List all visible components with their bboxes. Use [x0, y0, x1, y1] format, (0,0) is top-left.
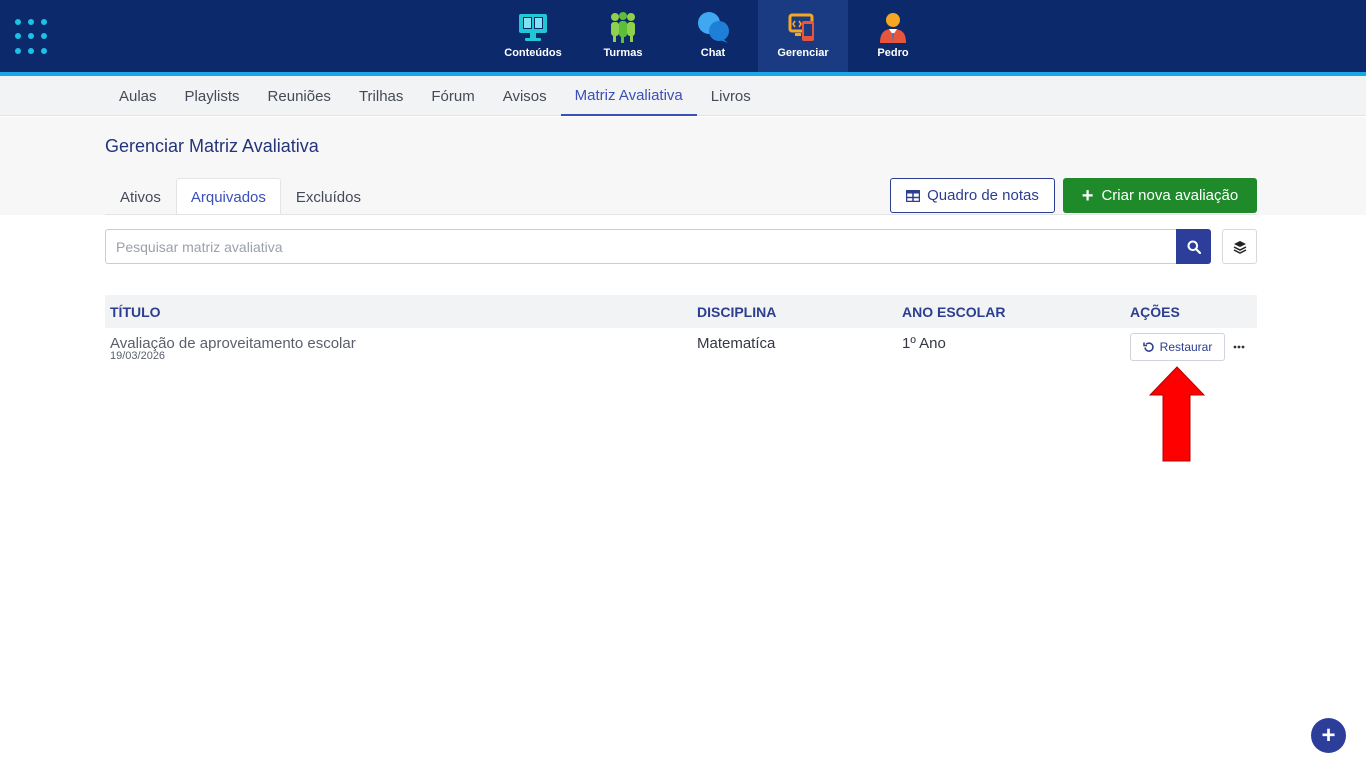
- plus-icon: +: [1321, 721, 1336, 749]
- user-avatar-icon: [880, 13, 906, 43]
- status-tabs: Ativos Arquivados Excluídos: [105, 178, 376, 215]
- chat-bubbles-icon: [698, 12, 729, 43]
- search-input[interactable]: [105, 229, 1177, 264]
- restore-button[interactable]: Restaurar: [1130, 333, 1225, 361]
- undo-icon: [1142, 342, 1154, 352]
- nav-item-gerenciar[interactable]: Gerenciar: [758, 0, 848, 72]
- tab-excluidos[interactable]: Excluídos: [281, 178, 376, 215]
- column-header-acoes: AÇÕES: [1130, 303, 1180, 320]
- subnav-item-avisos[interactable]: Avisos: [489, 76, 561, 116]
- nav-label-conteudos: Conteúdos: [504, 47, 562, 59]
- table-header: TÍTULO DISCIPLINA ANO ESCOLAR AÇÕES: [105, 295, 1257, 328]
- grade-board-button[interactable]: Quadro de notas: [890, 178, 1055, 213]
- tab-ativos[interactable]: Ativos: [105, 178, 176, 215]
- layers-button[interactable]: [1222, 229, 1257, 264]
- secondary-nav: Aulas Playlists Reuniões Trilhas Fórum A…: [0, 76, 1366, 116]
- floating-add-button[interactable]: +: [1311, 718, 1346, 753]
- subnav-item-matriz-avaliativa[interactable]: Matriz Avaliativa: [560, 76, 697, 116]
- tabs-divider: [105, 214, 1257, 215]
- red-arrow-annotation: [1149, 366, 1205, 462]
- subnav-item-forum[interactable]: Fórum: [417, 76, 488, 116]
- column-header-disciplina: DISCIPLINA: [697, 303, 777, 320]
- restore-label: Restaurar: [1159, 340, 1213, 354]
- page-title: Gerenciar Matriz Avaliativa: [105, 136, 319, 156]
- nav-label-chat: Chat: [700, 47, 726, 59]
- layers-icon: [1233, 240, 1246, 254]
- monitor-book-icon: [519, 14, 547, 41]
- row-subject: Matematíca: [697, 335, 776, 352]
- nav-item-pedro[interactable]: Pedro: [848, 0, 938, 72]
- apps-menu-icon[interactable]: [15, 19, 51, 55]
- subnav-item-reunioes[interactable]: Reuniões: [254, 76, 345, 116]
- nav-item-chat[interactable]: Chat: [668, 0, 758, 72]
- row-date: 19/03/2026: [110, 350, 166, 362]
- manage-devices-icon: [788, 13, 814, 41]
- nav-item-conteudos[interactable]: Conteúdos: [488, 0, 578, 72]
- create-evaluation-button[interactable]: + Criar nova avaliação: [1063, 178, 1257, 213]
- subnav-item-playlists[interactable]: Playlists: [171, 76, 254, 116]
- plus-icon: +: [1081, 184, 1094, 207]
- subnav-item-trilhas[interactable]: Trilhas: [345, 76, 417, 116]
- subnav-item-aulas[interactable]: Aulas: [105, 76, 171, 116]
- subnav-item-livros[interactable]: Livros: [697, 76, 765, 116]
- nav-item-turmas[interactable]: Turmas: [578, 0, 668, 72]
- people-group-icon: [611, 12, 635, 43]
- nav-label-gerenciar: Gerenciar: [777, 47, 829, 59]
- search-button[interactable]: [1176, 229, 1211, 264]
- nav-label-pedro: Pedro: [877, 47, 909, 59]
- grade-board-label: Quadro de notas: [927, 187, 1039, 204]
- search-icon: [1187, 240, 1201, 254]
- column-header-ano-escolar: ANO ESCOLAR: [902, 303, 1006, 320]
- create-evaluation-label: Criar nova avaliação: [1101, 187, 1239, 204]
- tab-arquivados[interactable]: Arquivados: [175, 178, 281, 215]
- column-header-titulo: TÍTULO: [110, 303, 161, 320]
- row-school-year: 1º Ano: [902, 335, 946, 352]
- nav-label-turmas: Turmas: [603, 47, 643, 59]
- table-icon: [906, 189, 921, 202]
- more-options-icon[interactable]: [1229, 337, 1249, 357]
- main-nav: Conteúdos Turmas Chat Gerenciar Pedro: [488, 0, 938, 72]
- top-navigation-bar: Conteúdos Turmas Chat Gerenciar Pedro: [0, 0, 1366, 72]
